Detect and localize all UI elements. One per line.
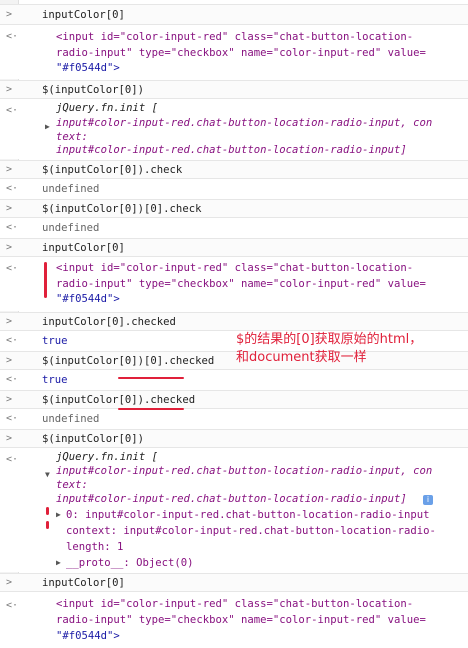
html-line: radio-input" type="checkbox" name="color… [56, 614, 426, 626]
prompt-chevron-icon: > [6, 394, 13, 405]
red-underline-mark [118, 377, 184, 379]
jquery-object-line: input#color-input-red.chat-button-locati… [56, 117, 433, 129]
console-command: $(inputColor[0]).check [42, 164, 183, 176]
html-line: <input id="color-input-red" class="chat-… [56, 31, 414, 43]
result-arrow-icon: <· [6, 374, 19, 385]
html-line: <input id="color-input-red" class="chat-… [56, 598, 414, 610]
expand-triangle-icon[interactable]: ▶ [45, 122, 50, 131]
red-bracket-mark [44, 262, 47, 298]
prompt-chevron-icon: > [6, 9, 13, 20]
devtools-console: > inputColor[0] <· <input id="color-inpu… [0, 0, 468, 648]
console-result[interactable]: <· <input id="color-input-red" class="ch… [0, 256, 468, 311]
result-value: true [42, 335, 68, 347]
red-dash-mark [46, 521, 49, 529]
console-result[interactable]: <· undefined [0, 217, 468, 238]
console-input-line[interactable]: > $(inputColor[0])[0].checked [0, 351, 468, 370]
console-result[interactable]: <· jQuery.fn.init [ ▶ input#color-input-… [0, 98, 468, 159]
object-property: length: 1 [66, 541, 124, 553]
console-result-expanded[interactable]: <· jQuery.fn.init [ ▼ input#color-input-… [0, 447, 468, 572]
console-input-line[interactable]: > $(inputColor[0]).check [0, 160, 468, 179]
expand-triangle-icon[interactable]: ▶ [56, 558, 61, 567]
console-command: $(inputColor[0])[0].check [42, 203, 202, 215]
console-command: $(inputColor[0]) [42, 84, 145, 96]
console-command: $(inputColor[0]).checked [42, 394, 196, 406]
jquery-object-line: jQuery.fn.init [ [56, 451, 159, 463]
console-input-line[interactable]: > $(inputColor[0]).checked [0, 390, 468, 409]
result-value: undefined [42, 222, 100, 234]
prompt-chevron-icon: > [6, 203, 13, 214]
result-arrow-icon: <· [6, 31, 19, 42]
console-command: inputColor[0] [42, 577, 125, 589]
prompt-chevron-icon: > [6, 355, 13, 366]
red-dash-mark [46, 507, 49, 515]
console-input-line[interactable]: > $(inputColor[0]) [0, 80, 468, 99]
html-line: radio-input" type="checkbox" name="color… [56, 278, 426, 290]
result-arrow-icon: <· [6, 454, 19, 465]
result-value: true [42, 374, 68, 386]
result-arrow-icon: <· [6, 335, 19, 346]
console-result[interactable]: <· undefined [0, 408, 468, 429]
result-arrow-icon: <· [6, 413, 19, 424]
collapse-triangle-icon[interactable]: ▼ [45, 470, 50, 479]
prompt-chevron-icon: > [6, 577, 13, 588]
handwritten-annotation: 和document获取一样 [236, 350, 367, 365]
console-command: inputColor[0].checked [42, 316, 176, 328]
html-line: "#f0544d"> [56, 62, 120, 74]
handwritten-annotation: $的结果的[0]获取原始的html， [236, 332, 423, 347]
result-arrow-icon: <· [6, 263, 19, 274]
console-command: $(inputColor[0]) [42, 433, 145, 445]
html-line: "#f0544d"> [56, 293, 120, 305]
result-arrow-icon: <· [6, 600, 19, 611]
prompt-chevron-icon: > [6, 242, 13, 253]
result-value: undefined [42, 413, 100, 425]
jquery-object-line: input#color-input-red.chat-button-locati… [56, 144, 407, 156]
jquery-object-line: text: [56, 479, 88, 491]
result-arrow-icon: <· [6, 222, 19, 233]
console-result[interactable]: <· <input id="color-input-red" class="ch… [0, 591, 468, 648]
html-line: radio-input" type="checkbox" name="color… [56, 47, 426, 59]
jquery-object-line: input#color-input-red.chat-button-locati… [56, 493, 407, 505]
console-input-line[interactable]: > inputColor[0] [0, 4, 468, 25]
object-property: __proto__: Object(0) [66, 557, 194, 569]
html-line: "#f0544d"> [56, 630, 120, 642]
console-result[interactable]: <· true [0, 369, 468, 390]
prompt-chevron-icon: > [6, 433, 13, 444]
console-result[interactable]: <· <input id="color-input-red" class="ch… [0, 24, 468, 79]
console-result[interactable]: <· undefined [0, 178, 468, 199]
prompt-chevron-icon: > [6, 84, 13, 95]
console-input-line[interactable]: > inputColor[0] [0, 573, 468, 592]
prompt-chevron-icon: > [6, 164, 13, 175]
result-arrow-icon: <· [6, 183, 19, 194]
prompt-chevron-icon: > [6, 316, 13, 327]
console-input-line[interactable]: > $(inputColor[0]) [0, 429, 468, 448]
red-underline-mark [118, 408, 184, 410]
object-property: 0: input#color-input-red.chat-button-loc… [66, 509, 430, 521]
info-icon[interactable]: i [423, 495, 433, 505]
console-input-line[interactable]: > inputColor[0] [0, 238, 468, 257]
jquery-object-line: text: [56, 131, 88, 143]
console-command: $(inputColor[0])[0].checked [42, 355, 215, 367]
console-command: inputColor[0] [42, 242, 125, 254]
html-line: <input id="color-input-red" class="chat-… [56, 262, 414, 274]
result-value: undefined [42, 183, 100, 195]
console-input-line[interactable]: > $(inputColor[0])[0].check [0, 199, 468, 218]
jquery-object-line: input#color-input-red.chat-button-locati… [56, 465, 433, 477]
console-command: inputColor[0] [42, 9, 125, 21]
result-arrow-icon: <· [6, 105, 19, 116]
jquery-object-line: jQuery.fn.init [ [56, 102, 159, 114]
expand-triangle-icon[interactable]: ▶ [56, 510, 61, 519]
object-property: context: input#color-input-red.chat-butt… [66, 525, 436, 537]
